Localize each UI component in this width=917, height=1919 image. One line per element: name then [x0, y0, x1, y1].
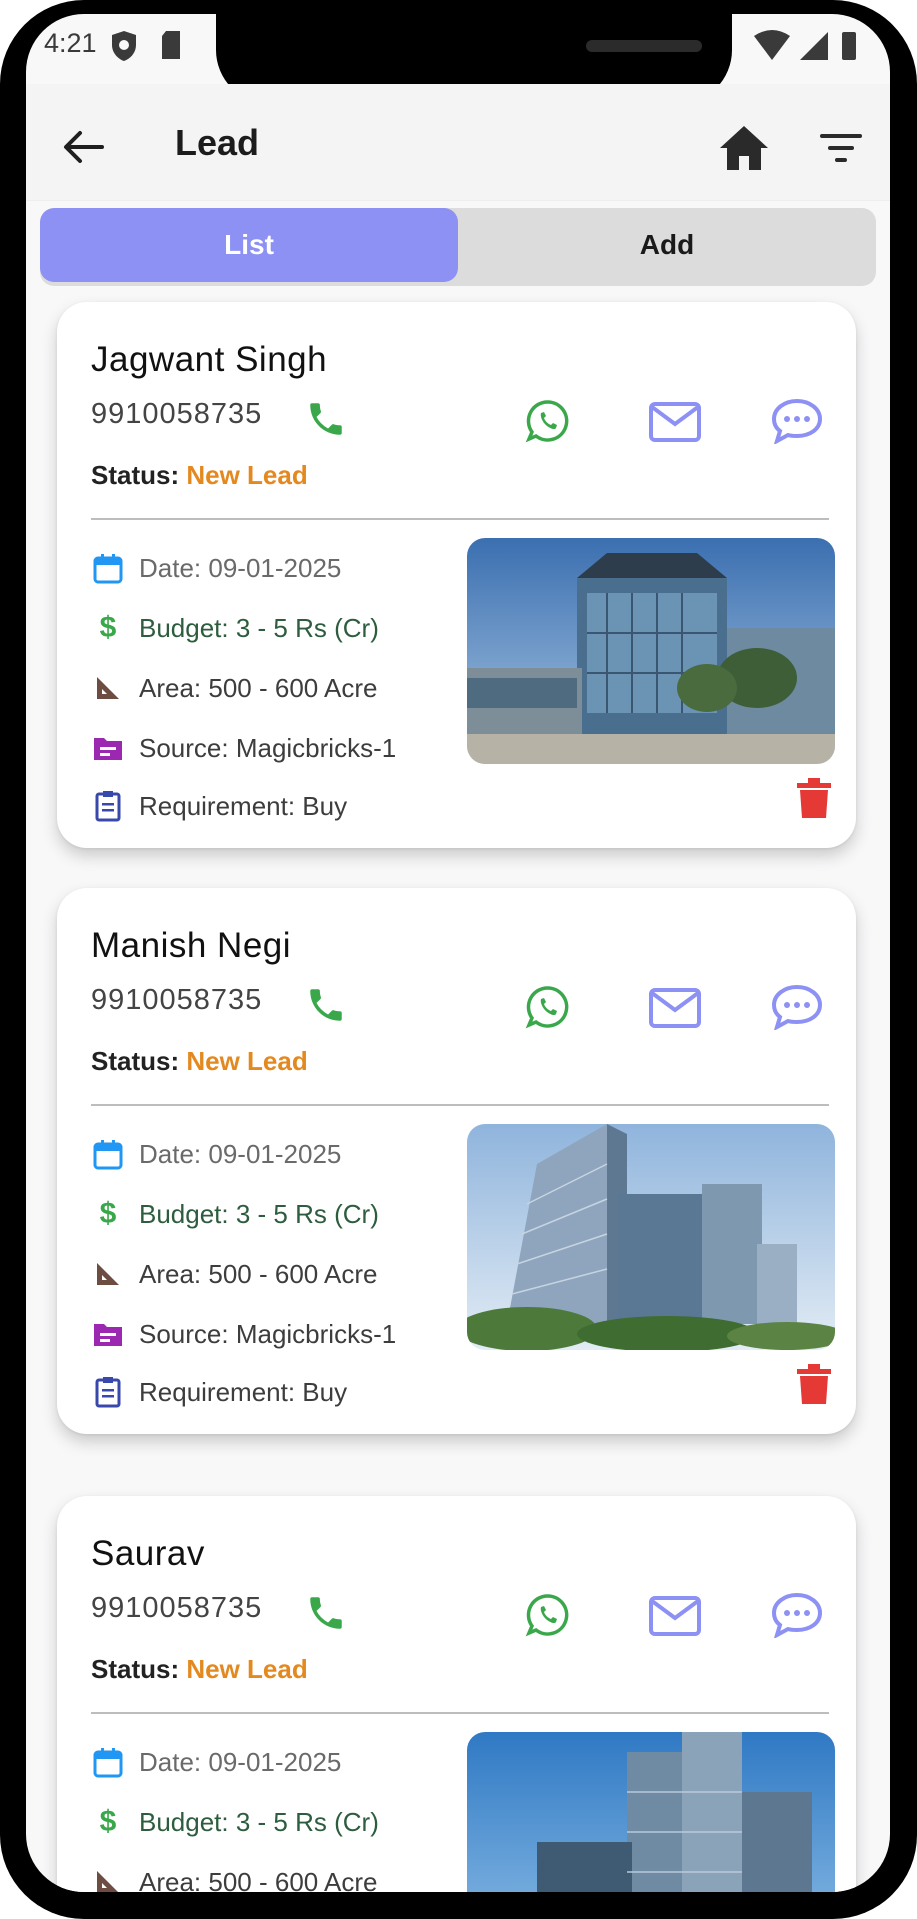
shield-icon	[112, 31, 136, 61]
email-icon[interactable]	[649, 1596, 701, 1636]
budget-text: Budget: 3 - 5 Rs (Cr)	[139, 612, 379, 643]
tab-add[interactable]: Add	[458, 208, 876, 282]
filter-icon[interactable]	[820, 128, 862, 168]
status-label: Status:	[91, 1654, 180, 1684]
lead-date: Date: 09-01-2025	[91, 548, 341, 588]
lead-phone: 9910058735	[91, 398, 263, 430]
lead-source: Source: Magicbricks-1	[91, 728, 396, 768]
lead-phone: 9910058735	[91, 1592, 263, 1624]
lead-area: Area: 500 - 600 Acre	[91, 668, 377, 708]
email-icon[interactable]	[649, 402, 701, 442]
lead-name: Saurav	[91, 1534, 205, 1573]
app-bar: Lead	[26, 84, 890, 201]
wifi-icon	[754, 30, 790, 60]
lead-requirement: Requirement: Buy	[91, 1372, 347, 1412]
status-icons	[754, 30, 856, 60]
dollar-icon: $	[99, 611, 117, 644]
area-text: Area: 500 - 600 Acre	[139, 672, 378, 703]
calendar-icon	[93, 1748, 123, 1778]
divider	[91, 518, 829, 520]
lead-area: Area: 500 - 600 Acre	[91, 1862, 377, 1892]
folder-icon	[94, 738, 122, 760]
tab-bar: List Add	[40, 208, 876, 286]
lead-card[interactable]: Saurav 9910058735 Status: New Lead Date:…	[57, 1496, 856, 1892]
phone-call-icon[interactable]	[305, 398, 347, 440]
divider	[91, 1104, 829, 1106]
budget-text: Budget: 3 - 5 Rs (Cr)	[139, 1198, 379, 1229]
status-time: 4:21	[44, 28, 97, 58]
lead-source: Source: Magicbricks-1	[91, 1314, 396, 1354]
lead-phone: 9910058735	[91, 984, 263, 1016]
ruler-triangle-icon	[97, 677, 119, 699]
app-screen: 4:21 Lead List Add Jagwant Singh 9910058…	[26, 14, 890, 1892]
signal-icon	[800, 32, 828, 60]
clipboard-icon	[95, 1377, 121, 1408]
email-icon[interactable]	[649, 988, 701, 1028]
speaker-grille	[586, 40, 702, 52]
sd-card-icon	[162, 31, 180, 59]
area-text: Area: 500 - 600 Acre	[139, 1258, 378, 1289]
whatsapp-icon[interactable]	[525, 1592, 571, 1638]
requirement-text: Requirement: Buy	[139, 1376, 348, 1407]
lead-status: Status: New Lead	[91, 1654, 308, 1685]
ruler-triangle-icon	[97, 1263, 119, 1285]
divider	[91, 1712, 829, 1714]
phone-call-icon[interactable]	[305, 1592, 347, 1634]
area-text: Area: 500 - 600 Acre	[139, 1866, 378, 1893]
date-text: Date: 09-01-2025	[139, 1138, 342, 1169]
tab-list[interactable]: List	[40, 208, 458, 282]
requirement-text: Requirement: Buy	[139, 790, 348, 821]
lead-status: Status: New Lead	[91, 1046, 308, 1077]
source-text: Source: Magicbricks-1	[139, 732, 397, 763]
home-icon[interactable]	[718, 122, 770, 174]
lead-budget: $ Budget: 3 - 5 Rs (Cr)	[91, 1802, 379, 1842]
whatsapp-icon[interactable]	[525, 398, 571, 444]
lead-area: Area: 500 - 600 Acre	[91, 1254, 377, 1294]
lead-name: Jagwant Singh	[91, 340, 328, 379]
property-image[interactable]	[467, 1124, 835, 1350]
sms-chat-icon[interactable]	[771, 398, 823, 444]
lead-budget: $ Budget: 3 - 5 Rs (Cr)	[91, 608, 379, 648]
source-text: Source: Magicbricks-1	[139, 1318, 397, 1349]
budget-text: Budget: 3 - 5 Rs (Cr)	[139, 1806, 379, 1837]
status-badge: New Lead	[186, 460, 308, 490]
sms-chat-icon[interactable]	[771, 984, 823, 1030]
lead-requirement: Requirement: Buy	[91, 786, 347, 826]
ruler-triangle-icon	[97, 1871, 118, 1892]
lead-date: Date: 09-01-2025	[91, 1134, 341, 1174]
phone-call-icon[interactable]	[305, 984, 347, 1026]
delete-icon[interactable]	[797, 1364, 831, 1404]
lead-status: Status: New Lead	[91, 460, 308, 491]
property-image[interactable]	[467, 1732, 835, 1892]
status-badge: New Lead	[186, 1654, 308, 1684]
lead-budget: $ Budget: 3 - 5 Rs (Cr)	[91, 1194, 379, 1234]
status-label: Status:	[91, 1046, 180, 1076]
dollar-icon: $	[99, 1197, 117, 1230]
status-badge: New Lead	[186, 1046, 308, 1076]
whatsapp-icon[interactable]	[525, 984, 571, 1030]
status-label: Status:	[91, 460, 180, 490]
sms-chat-icon[interactable]	[771, 1592, 823, 1638]
lead-card[interactable]: Manish Negi 9910058735 Status: New Lead	[57, 888, 856, 1434]
lead-name: Manish Negi	[91, 926, 292, 965]
clipboard-icon	[95, 791, 121, 822]
lead-card[interactable]: Jagwant Singh 9910058735 Status: New Lea…	[57, 302, 856, 848]
battery-icon	[842, 32, 856, 60]
delete-icon[interactable]	[797, 778, 831, 818]
page-title: Lead	[175, 122, 260, 163]
calendar-icon	[93, 1140, 123, 1170]
lead-date: Date: 09-01-2025	[91, 1742, 341, 1782]
date-text: Date: 09-01-2025	[139, 552, 342, 583]
calendar-icon	[93, 554, 123, 584]
property-image[interactable]	[467, 538, 835, 764]
date-text: Date: 09-01-2025	[139, 1746, 342, 1777]
dollar-icon: $	[99, 1805, 117, 1838]
back-arrow-icon[interactable]	[60, 124, 106, 170]
phone-frame: 4:21 Lead List Add Jagwant Singh 9910058…	[0, 0, 917, 1919]
folder-icon	[94, 1324, 122, 1346]
